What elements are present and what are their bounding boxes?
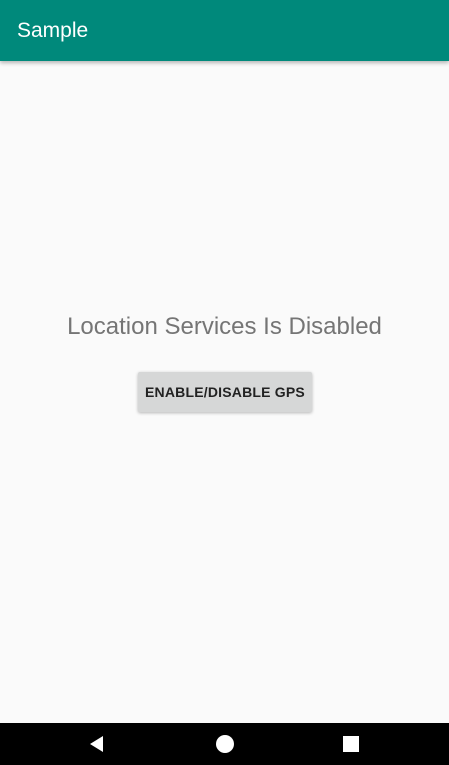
app-bar: Sample — [0, 0, 449, 61]
system-navigation-bar — [0, 723, 449, 765]
app-screen: Sample Location Services Is Disabled ENA… — [0, 0, 449, 765]
home-button[interactable] — [201, 723, 249, 765]
home-circle-icon — [216, 735, 234, 753]
enable-disable-gps-button[interactable]: ENABLE/DISABLE GPS — [138, 372, 312, 412]
recents-square-icon — [343, 736, 359, 752]
recents-button[interactable] — [327, 723, 375, 765]
main-content: Location Services Is Disabled ENABLE/DIS… — [0, 61, 449, 723]
back-button[interactable] — [74, 723, 122, 765]
location-status-text: Location Services Is Disabled — [67, 313, 382, 340]
back-triangle-icon — [90, 736, 103, 752]
app-title: Sample — [17, 19, 89, 42]
